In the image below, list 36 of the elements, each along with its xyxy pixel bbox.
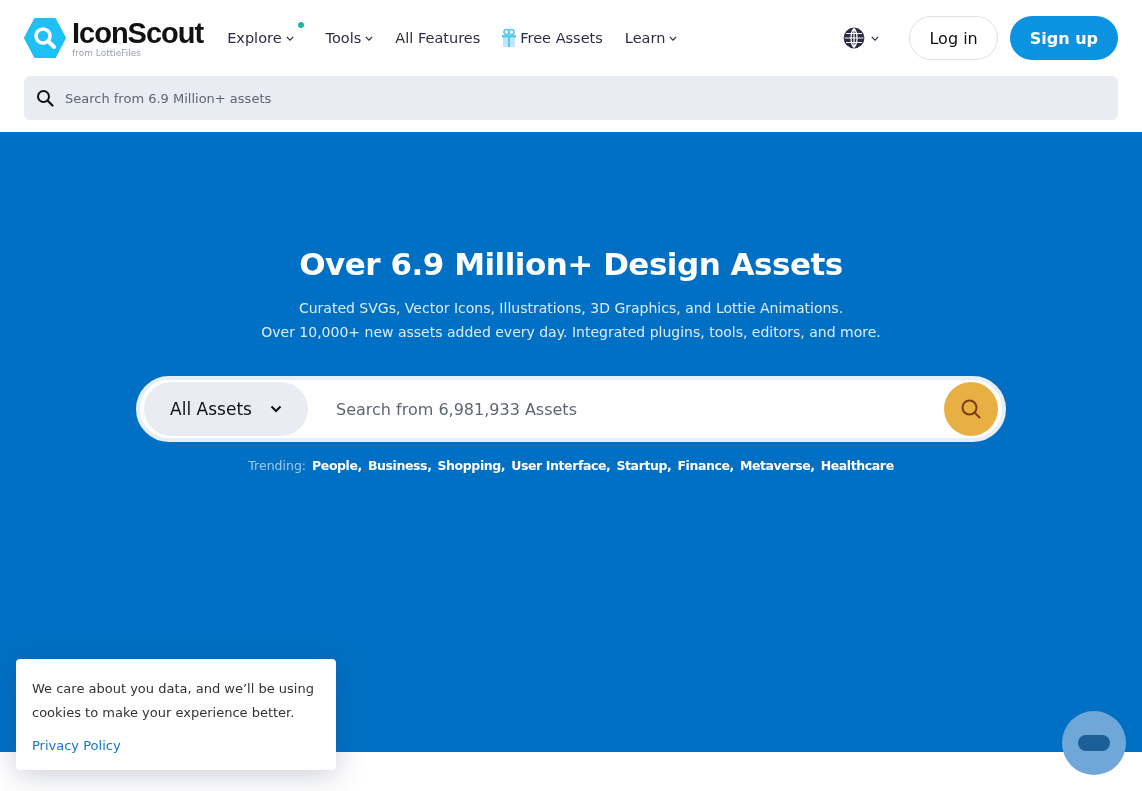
search-icon	[960, 398, 982, 420]
trending-link[interactable]: People,	[312, 458, 362, 473]
hero-title: Over 6.9 Million+ Design Assets	[299, 246, 843, 282]
signup-button[interactable]: Sign up	[1009, 16, 1118, 60]
asset-type-dropdown[interactable]: All Assets	[144, 382, 308, 436]
search-field[interactable]: Search from 6.9 Million+ assets	[24, 76, 1118, 120]
nav-link[interactable]: All Features	[395, 30, 481, 46]
cookie-message: We care about you data, and we’ll be using cookies to make your experience better.	[32, 680, 315, 722]
chevron-down-icon	[285, 35, 294, 41]
globe-icon[interactable]	[843, 27, 866, 49]
nav-link[interactable]: Learn	[624, 30, 678, 46]
chevron-down-icon	[269, 405, 282, 413]
notification-dot	[297, 22, 304, 28]
logo-wordmark[interactable]: IconScout	[72, 18, 204, 48]
trending-link[interactable]: Healthcare	[820, 458, 894, 473]
trending-link[interactable]: Business,	[367, 458, 432, 473]
hero-subtitle: Over 10,000+ new assets added every day. Integrated plugins, tools, editors, and more.	[261, 323, 881, 342]
trending-link[interactable]: User Interface,	[511, 458, 611, 473]
nav-link[interactable]: Free Assets	[502, 28, 603, 48]
trending-link[interactable]: Metaverse,	[739, 458, 815, 473]
chat-icon	[1078, 735, 1110, 751]
privacy-policy-link[interactable]: Privacy Policy	[32, 738, 121, 753]
search-button[interactable]	[944, 382, 998, 436]
chevron-down-icon	[871, 35, 880, 41]
trending-link[interactable]: Shopping,	[437, 458, 506, 473]
trending-link[interactable]: Finance,	[677, 458, 734, 473]
trending-label: Trending:	[248, 458, 307, 473]
nav-link[interactable]: Explore	[227, 22, 304, 46]
hero-subtitle: Curated SVGs, Vector Icons, Illustrations, 3D Graphics, and Lottie Animations.	[298, 299, 844, 318]
gift-icon	[502, 28, 517, 48]
chevron-down-icon	[365, 35, 374, 41]
login-button[interactable]: Log in	[909, 16, 998, 60]
logo-tagline: from LottieFiles	[72, 48, 142, 58]
nav-link[interactable]: Tools	[325, 30, 374, 46]
trending-link[interactable]: Startup,	[616, 458, 672, 473]
chevron-down-icon	[669, 35, 678, 41]
